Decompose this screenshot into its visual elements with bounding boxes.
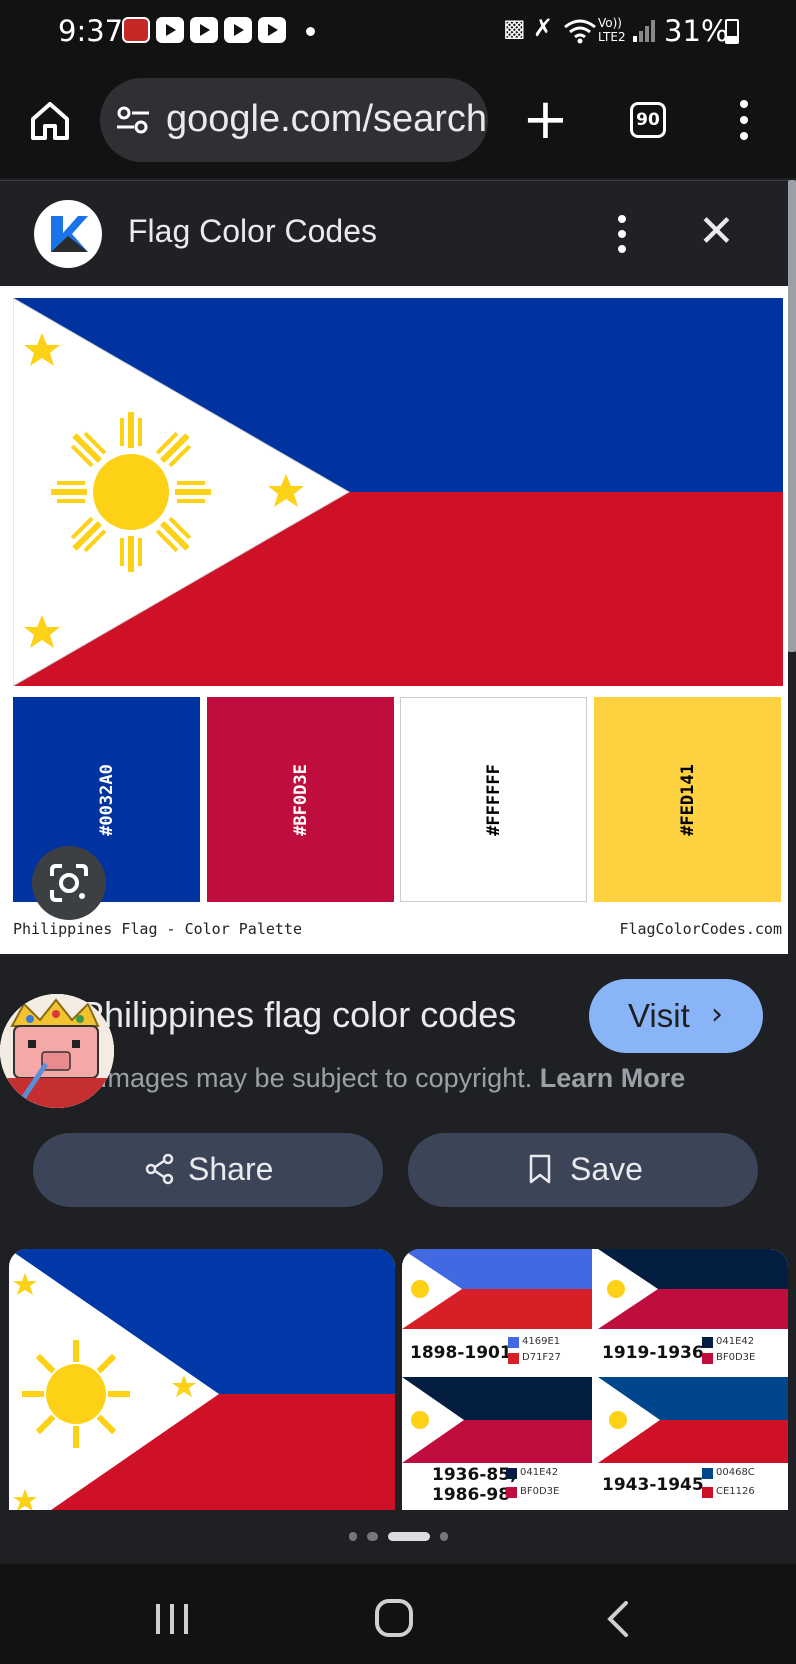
youtube-icon (190, 17, 218, 43)
history-cell: 1943-1945 00468C CE1126 (598, 1377, 788, 1511)
volte-label: Vo)) (598, 16, 622, 30)
swatch-hex-label: #0032A0 (96, 763, 117, 836)
visit-button[interactable]: Visit › (589, 979, 763, 1053)
source-title[interactable]: Flag Color Codes (128, 213, 377, 250)
hex-label: CE1126 (716, 1486, 755, 1497)
save-button[interactable]: Save (408, 1133, 758, 1207)
share-button[interactable]: Share (33, 1133, 383, 1207)
learn-more-link[interactable]: Learn More (540, 1063, 686, 1093)
page-dot-active (388, 1532, 430, 1541)
color-chip (702, 1353, 713, 1364)
tab-switcher-button[interactable]: 90 (630, 102, 666, 138)
battery-saver-icon: ▩ (503, 14, 526, 42)
status-bar: 9:37 ▩ ✗ Vo)) LTE2 31% (0, 0, 796, 64)
save-label: Save (570, 1151, 643, 1187)
share-label: Share (188, 1151, 274, 1187)
era-label: 1898-1901 (410, 1343, 512, 1363)
url-text: google.com/search (166, 98, 488, 140)
swatch-hex-label: #BF0D3E (290, 763, 311, 836)
era-label: 1943-1945 (602, 1475, 704, 1495)
result-title[interactable]: Philippines flag color codes (80, 994, 516, 1036)
color-chip (702, 1337, 713, 1348)
color-chip (506, 1468, 517, 1479)
bookmark-icon (529, 1154, 551, 1184)
hex-label: 4169E1 (522, 1336, 561, 1347)
wifi-icon (564, 19, 596, 44)
visit-label: Visit (628, 997, 690, 1034)
hex-label: 00468C (716, 1467, 755, 1478)
hex-label: BF0D3E (716, 1352, 756, 1363)
more-vert-icon[interactable] (738, 100, 750, 140)
color-swatch: #BF0D3E (207, 697, 394, 902)
page-dot (349, 1532, 357, 1541)
swatch-hex-label: #FED141 (677, 763, 698, 836)
lte-label: LTE2 (598, 30, 626, 44)
color-chip (702, 1468, 713, 1479)
network-label: Vo)) LTE2 (598, 16, 626, 44)
philippines-flag-image (13, 298, 783, 686)
era-label: 1919-1936 (602, 1343, 704, 1363)
image-caption-left: Philippines Flag - Color Palette (13, 920, 302, 938)
color-swatch: #FFFFFF (400, 697, 587, 902)
new-tab-button[interactable]: + (522, 92, 569, 148)
tune-icon[interactable] (116, 106, 150, 134)
page-dot (367, 1532, 378, 1541)
youtube-icon (156, 17, 184, 43)
page-dot (440, 1532, 448, 1541)
hex-label: 041E42 (520, 1467, 559, 1478)
color-chip (508, 1353, 519, 1364)
main-image[interactable]: #0032A0 #BF0D3E #FFFFFF #FED141 Philippi… (0, 286, 788, 954)
lens-icon (50, 864, 88, 902)
color-swatch: #FED141 (594, 697, 781, 902)
era-label: 1986-98 (432, 1485, 511, 1505)
system-nav-bar (0, 1564, 796, 1664)
history-cell: 1898-1901 4169E1 D71F27 (402, 1249, 592, 1377)
home-nav-icon[interactable] (374, 1598, 414, 1638)
page-indicator (0, 1510, 796, 1564)
address-bar[interactable]: google.com/search (100, 78, 488, 162)
close-icon[interactable]: ✕ (698, 207, 735, 257)
recents-icon[interactable] (152, 1602, 192, 1636)
signal-icon (633, 20, 657, 42)
hex-label: D71F27 (522, 1352, 561, 1363)
era-label: 1936-85; (432, 1465, 517, 1485)
swatch-hex-label: #FFFFFF (483, 763, 504, 836)
battery-icon (725, 19, 739, 44)
image-caption-right: FlagColorCodes.com (619, 920, 782, 938)
color-chip (508, 1337, 519, 1348)
back-icon[interactable] (604, 1600, 630, 1638)
mute-icon: ✗ (533, 14, 554, 42)
copyright-notice: Images may be subject to copyright. Lear… (100, 1063, 685, 1094)
youtube-icon (224, 17, 252, 43)
copyright-text: Images may be subject to copyright. (100, 1063, 533, 1093)
history-cell: 1919-1936 041E42 BF0D3E (598, 1249, 788, 1377)
google-lens-button[interactable] (32, 846, 106, 920)
home-icon[interactable] (28, 99, 72, 143)
more-options-icon[interactable] (616, 215, 628, 253)
chevron-right-icon: › (711, 997, 723, 1032)
user-avatar[interactable] (0, 994, 114, 1108)
hex-label: 041E42 (716, 1336, 755, 1347)
browser-toolbar: google.com/search + 90 (0, 64, 796, 178)
image-viewer-header: Flag Color Codes ✕ (0, 180, 788, 286)
related-image-history[interactable]: 1898-1901 4169E1 D71F27 1919-1936 041E42… (402, 1249, 788, 1511)
related-image[interactable] (9, 1249, 395, 1511)
app-notification-icon (122, 17, 150, 43)
battery-percent: 31% (664, 14, 729, 48)
youtube-icon (258, 17, 286, 43)
hex-label: BF0D3E (520, 1486, 560, 1497)
site-favicon (34, 200, 102, 268)
share-icon (145, 1153, 174, 1185)
color-chip (506, 1487, 517, 1498)
more-notifications-icon (306, 27, 315, 36)
clock: 9:37 (58, 14, 124, 48)
scrollbar[interactable] (788, 180, 796, 652)
history-cell: 1936-85; 1986-98 041E42 BF0D3E (402, 1377, 592, 1511)
color-chip (702, 1487, 713, 1498)
